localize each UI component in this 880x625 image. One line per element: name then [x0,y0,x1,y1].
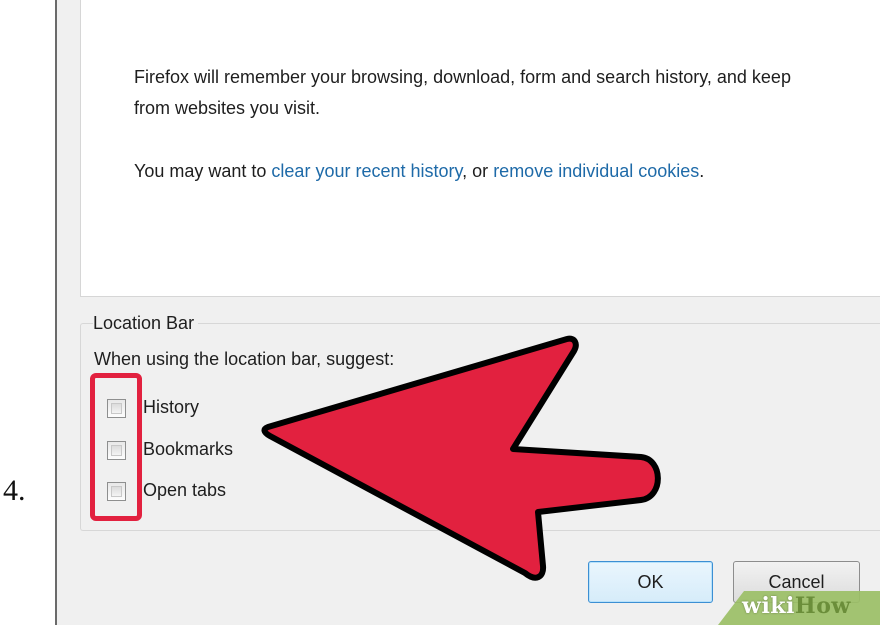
watermark-badge [718,591,880,625]
watermark-how: How [794,593,851,619]
wikihow-watermark: wikiHow [742,593,851,619]
watermark-wiki: wiki [742,593,795,619]
